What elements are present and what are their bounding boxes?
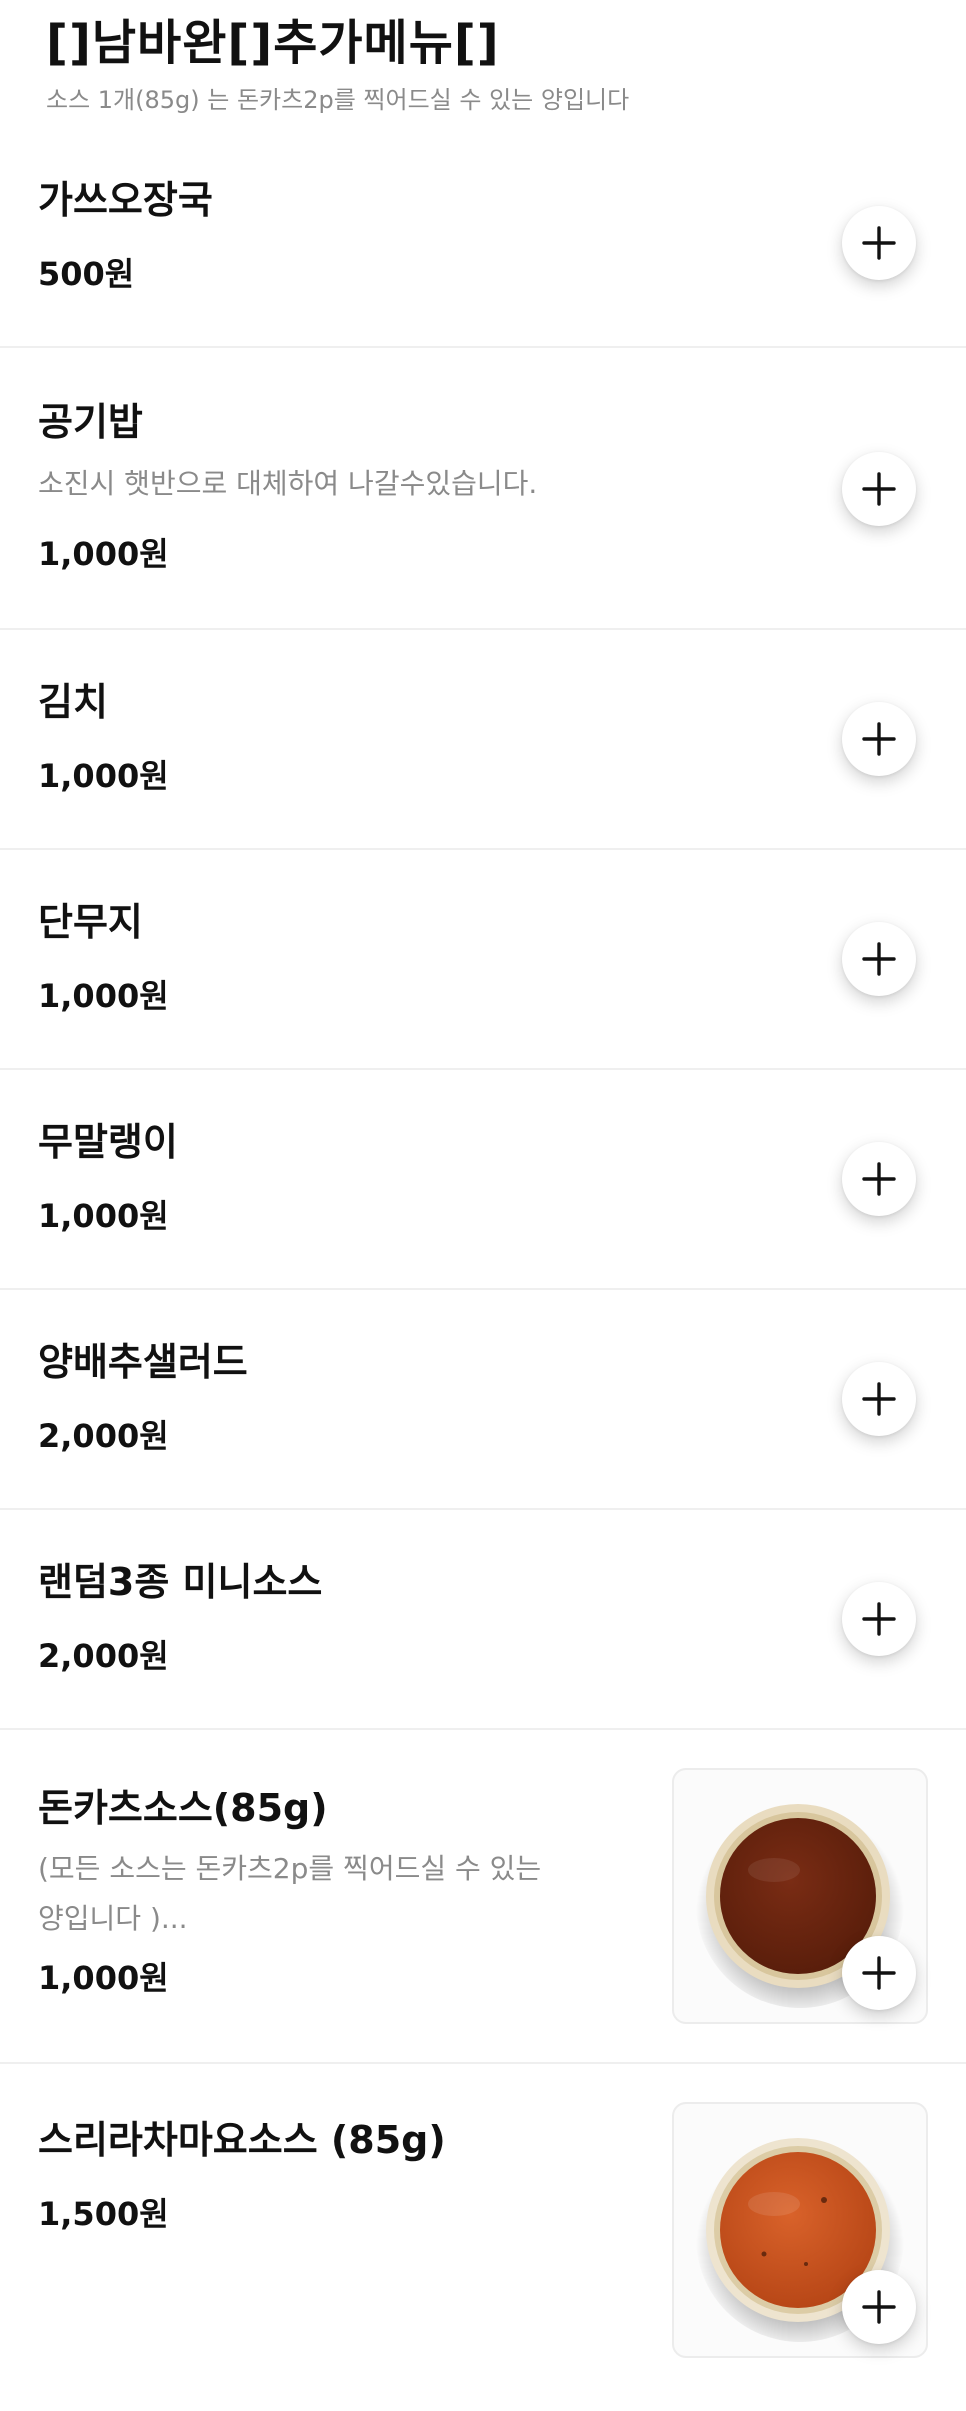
plus-icon [862, 1956, 896, 1990]
item-price: 500원 [38, 255, 135, 293]
plus-icon [862, 942, 896, 976]
item-image[interactable] [672, 1768, 928, 2024]
item-price: 1,000원 [38, 1197, 169, 1235]
add-button[interactable] [842, 2270, 916, 2344]
menu-item-cabbage-salad[interactable]: 양배추샐러드 2,000원 [0, 1290, 966, 1510]
item-name: 단무지 [38, 900, 143, 944]
menu-item-tonkatsu-sauce[interactable]: 돈카츠소스(85g) (모든 소스는 돈카츠2p를 찍어드실 수 있는 양입니다… [0, 1730, 966, 2064]
item-name: 공기밥 [38, 400, 143, 444]
plus-icon [862, 1162, 896, 1196]
item-price: 2,000원 [38, 1417, 169, 1455]
item-price: 1,000원 [38, 1959, 169, 1997]
item-price: 1,000원 [38, 977, 169, 1015]
item-image[interactable] [672, 2102, 928, 2358]
section-header: []남바완[]추가메뉴[] 소스 1개(85g) 는 돈카츠2p를 찍어드실 수… [0, 0, 966, 140]
add-button[interactable] [842, 922, 916, 996]
menu-item-gatsuo-soup[interactable]: 가쓰오장국 500원 [0, 140, 966, 348]
menu-page: []남바완[]추가메뉴[] 소스 1개(85g) 는 돈카츠2p를 찍어드실 수… [0, 0, 966, 2411]
item-price: 2,000원 [38, 1637, 169, 1675]
item-name: 무말랭이 [38, 1120, 178, 1164]
item-name: 양배추샐러드 [38, 1340, 248, 1384]
item-description-line2: 양입니다 )... [38, 1902, 188, 1935]
item-description: 소진시 햇반으로 대체하여 나갈수있습니다. [38, 467, 538, 500]
item-price: 1,000원 [38, 757, 169, 795]
menu-item-mini-sauce[interactable]: 랜덤3종 미니소스 2,000원 [0, 1510, 966, 1730]
plus-icon [862, 2290, 896, 2324]
item-name: 김치 [38, 680, 108, 724]
menu-item-mumallaengi[interactable]: 무말랭이 1,000원 [0, 1070, 966, 1290]
section-description: 소스 1개(85g) 는 돈카츠2p를 찍어드실 수 있는 양입니다 [46, 86, 630, 114]
menu-item-kimchi[interactable]: 김치 1,000원 [0, 630, 966, 850]
menu-item-sriracha-mayo-sauce[interactable]: 스리라차마요소스 (85g) 1,500원 [0, 2064, 966, 2398]
plus-icon [862, 1382, 896, 1416]
add-button[interactable] [842, 1362, 916, 1436]
item-price: 1,000원 [38, 535, 169, 573]
item-name: 돈카츠소스(85g) [38, 1786, 328, 1830]
section-title: []남바완[]추가메뉴[] [46, 15, 500, 71]
item-description-line1: (모든 소스는 돈카츠2p를 찍어드실 수 있는 [38, 1852, 542, 1885]
item-name: 가쓰오장국 [38, 178, 213, 222]
plus-icon [862, 226, 896, 260]
menu-item-rice[interactable]: 공기밥 소진시 햇반으로 대체하여 나갈수있습니다. 1,000원 [0, 348, 966, 630]
plus-icon [862, 1602, 896, 1636]
add-button[interactable] [842, 452, 916, 526]
menu-item-danmuji[interactable]: 단무지 1,000원 [0, 850, 966, 1070]
item-price: 1,500원 [38, 2195, 169, 2233]
add-button[interactable] [842, 1936, 916, 2010]
plus-icon [862, 722, 896, 756]
plus-icon [862, 472, 896, 506]
add-button[interactable] [842, 1582, 916, 1656]
add-button[interactable] [842, 1142, 916, 1216]
item-name: 랜덤3종 미니소스 [38, 1560, 323, 1604]
add-button[interactable] [842, 702, 916, 776]
add-button[interactable] [842, 206, 916, 280]
item-name: 스리라차마요소스 (85g) [38, 2118, 446, 2162]
